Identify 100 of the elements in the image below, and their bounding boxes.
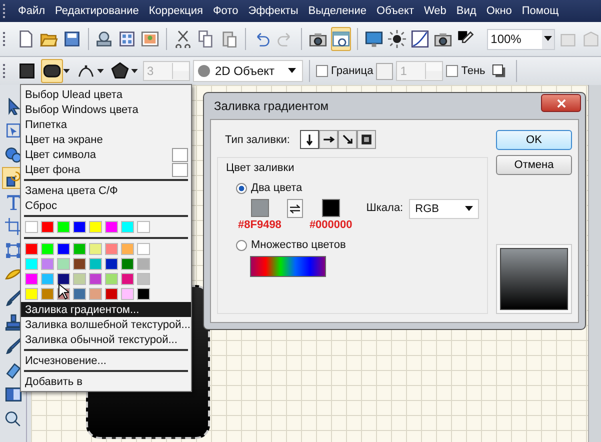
caret-icon[interactable]: [97, 68, 104, 74]
color-swatch[interactable]: [41, 273, 54, 285]
menu-item[interactable]: Редактирование: [50, 5, 144, 17]
color-swatch[interactable]: [73, 288, 86, 300]
menu-item[interactable]: Цвет фона: [21, 162, 191, 177]
color-swatch[interactable]: [137, 288, 150, 300]
color-swatch[interactable]: [137, 221, 150, 233]
color-swatch[interactable]: [57, 221, 70, 233]
color-swatch[interactable]: [105, 258, 118, 270]
color-swatch[interactable]: [121, 243, 134, 255]
menu-item[interactable]: Эффекты: [243, 5, 304, 17]
menu-item[interactable]: Заливка обычной текстурой...: [21, 332, 191, 347]
cancel-button[interactable]: Отмена: [496, 155, 572, 175]
radial-gradient-button[interactable]: [356, 130, 376, 149]
menu-item[interactable]: Выбор Windows цвета: [21, 102, 191, 117]
border-color-swatch[interactable]: [376, 62, 394, 80]
diagonal-gradient-button[interactable]: [338, 130, 357, 149]
two-colors-radio[interactable]: Два цвета: [226, 182, 479, 194]
fill-type-label: Тип заливки:: [225, 134, 290, 146]
color-swatch[interactable]: [25, 258, 38, 270]
color-swatch[interactable]: [121, 258, 134, 270]
menu-item[interactable]: Окно: [481, 5, 517, 17]
menu-item[interactable]: Выделение: [303, 5, 372, 17]
menu-item[interactable]: Коррекция: [144, 5, 208, 17]
color-swatch[interactable]: [105, 288, 118, 300]
menu-item[interactable]: Цвет на экране: [21, 132, 191, 147]
swap-arrows-icon: [288, 204, 302, 214]
scale-label: Шкала:: [366, 202, 404, 214]
right-gradient-button[interactable]: [318, 130, 338, 149]
menu-item[interactable]: Заливка волшебной текстурой...: [21, 317, 191, 332]
color-swatch[interactable]: [137, 258, 150, 270]
color-swatch[interactable]: [41, 288, 54, 300]
menu-item[interactable]: Пипетка: [21, 117, 191, 132]
multi-color-radio[interactable]: Множество цветов: [226, 239, 479, 251]
color-swatch[interactable]: [121, 288, 134, 300]
down-gradient-button[interactable]: [300, 130, 319, 149]
color-swatch[interactable]: [89, 243, 102, 255]
brush-icon: [4, 338, 22, 354]
swap-colors-button[interactable]: [287, 199, 304, 218]
caret-icon[interactable]: [63, 68, 70, 74]
color-swatch[interactable]: [137, 273, 150, 285]
rainbow-gradient-bar[interactable]: [250, 256, 326, 277]
close-button[interactable]: [541, 94, 581, 112]
color-swatch[interactable]: [105, 221, 118, 233]
menu-item[interactable]: Заливка градиентом...: [21, 302, 191, 317]
color-swatch[interactable]: [25, 221, 38, 233]
color-swatch[interactable]: [41, 221, 54, 233]
color-swatch[interactable]: [57, 273, 70, 285]
color-swatch[interactable]: [25, 243, 38, 255]
color-swatch[interactable]: [41, 258, 54, 270]
caret-icon: [465, 206, 473, 212]
object-type-dropdown[interactable]: 2D Объект: [193, 60, 303, 82]
rounded-shape-button[interactable]: [41, 59, 63, 83]
zoom-dropdown[interactable]: 100%: [486, 28, 555, 50]
menu-item[interactable]: Файл: [13, 5, 50, 17]
color-swatch[interactable]: [105, 273, 118, 285]
menu-item[interactable]: Вид: [451, 5, 482, 17]
menu-item[interactable]: Web: [419, 5, 452, 17]
web-button[interactable]: [330, 27, 351, 51]
start-color-swatch[interactable]: [250, 199, 269, 217]
color-swatch[interactable]: [73, 243, 86, 255]
color-swatch[interactable]: [89, 258, 102, 270]
ok-button[interactable]: OK: [496, 130, 572, 150]
color-swatch[interactable]: [137, 243, 150, 255]
menu-item[interactable]: Цвет символа: [21, 147, 191, 162]
color-swatch[interactable]: [89, 221, 102, 233]
menu-item[interactable]: Добавить в: [21, 374, 191, 389]
scale-dropdown[interactable]: RGB: [409, 199, 479, 219]
color-swatch[interactable]: [25, 288, 38, 300]
caret-icon[interactable]: [131, 68, 138, 74]
menu-item[interactable]: Фото: [208, 5, 244, 17]
sun-icon: [388, 30, 406, 48]
menu-item[interactable]: Объект: [372, 5, 419, 17]
color-swatch[interactable]: [89, 288, 102, 300]
color-swatch[interactable]: [89, 273, 102, 285]
scrollbar[interactable]: [588, 85, 601, 442]
menu-item[interactable]: Замена цвета С/Ф: [21, 183, 191, 198]
shadow-checkbox[interactable]: Тень: [446, 65, 486, 77]
color-swatch[interactable]: [73, 273, 86, 285]
group-title: Цвет заливки: [226, 162, 296, 174]
color-swatch[interactable]: [121, 273, 134, 285]
border-checkbox[interactable]: Граница: [316, 65, 374, 77]
color-swatch[interactable]: [121, 221, 134, 233]
menu-item[interactable]: Исчезновение...: [21, 353, 191, 368]
color-swatch[interactable]: [41, 243, 54, 255]
color-swatch[interactable]: [57, 243, 70, 255]
color-swatch[interactable]: [73, 258, 86, 270]
paint-bucket-icon: [4, 170, 22, 186]
menu-item[interactable]: Выбор Ulead цвета: [21, 87, 191, 102]
color-swatch[interactable]: [73, 221, 86, 233]
sun-button[interactable]: [386, 27, 407, 51]
color-swatch[interactable]: [25, 273, 38, 285]
menu-item[interactable]: Сброс: [21, 198, 191, 213]
scissors-icon: [174, 30, 192, 48]
end-color-swatch[interactable]: [322, 199, 340, 217]
color-swatch[interactable]: [105, 243, 118, 255]
menu-item[interactable]: Помощ: [516, 5, 564, 17]
text-t-icon: [4, 194, 22, 210]
color-swatch[interactable]: [57, 258, 70, 270]
diagonal-arrow-icon: [340, 133, 354, 146]
